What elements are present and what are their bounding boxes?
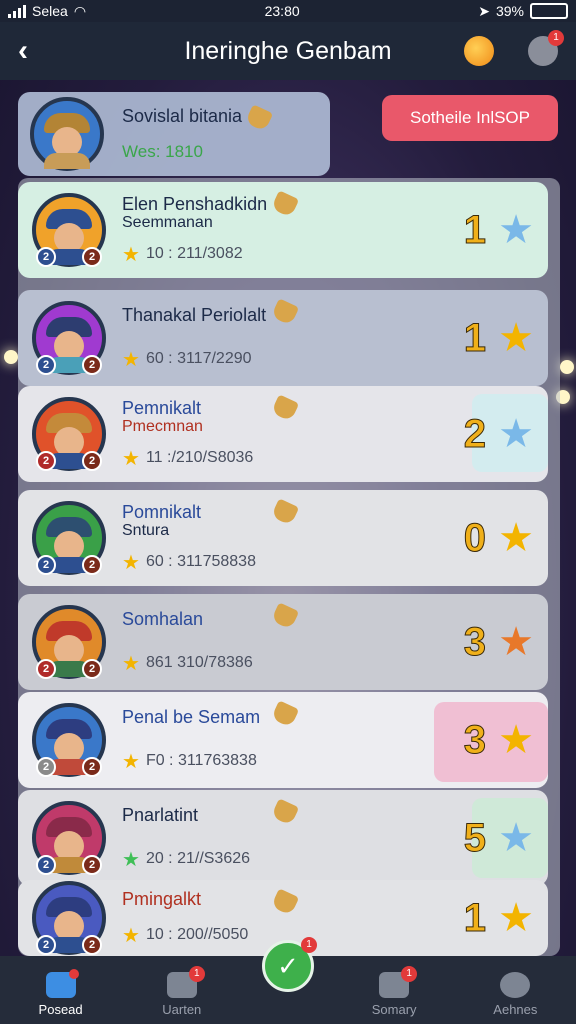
player-subname: Seemmanan — [122, 213, 213, 231]
star-icon[interactable]: ★ — [498, 717, 534, 763]
center-action-button[interactable]: ✓ 1 — [262, 937, 317, 992]
person-icon — [500, 971, 531, 998]
rank-number: 3 — [463, 619, 486, 664]
player-name: Pomnikalt — [122, 501, 202, 522]
battery-icon — [530, 3, 568, 19]
nav-label: Aehnes — [493, 1001, 538, 1017]
rank-number: 1 — [463, 895, 486, 940]
player-name: Penal be Semam — [122, 706, 261, 727]
player-stat: 10 : 211/3082 — [145, 245, 243, 262]
nav-label: Posead — [38, 1001, 83, 1017]
rank-number: 3 — [463, 717, 486, 762]
home-icon — [45, 968, 79, 998]
star-icon[interactable]: ★ — [498, 515, 534, 561]
star-icon: ★ — [122, 348, 140, 371]
avatar: 22 — [32, 703, 106, 777]
nav-summary[interactable]: 1 Somary — [344, 964, 444, 1017]
star-icon[interactable]: ★ — [498, 619, 534, 665]
star-icon[interactable]: ★ — [498, 411, 534, 457]
star-icon[interactable]: ★ — [498, 895, 534, 941]
rank-number: 0 — [463, 515, 486, 560]
list-item[interactable]: 22 Penal be Semam ★ F0 : 311763838 3 ★ — [18, 692, 548, 788]
player-stat: 861 310/78386 — [145, 654, 253, 671]
signal-icon — [8, 4, 26, 18]
shield-icon — [244, 103, 274, 132]
nav-profile[interactable]: Aehnes — [465, 964, 565, 1017]
back-icon[interactable]: ‹ — [18, 34, 28, 68]
nav-home[interactable]: Posead — [11, 964, 111, 1017]
shop-button[interactable]: Sotheile InlSOP — [382, 95, 558, 141]
player-name: Somhalan — [122, 608, 204, 629]
star-icon: ★ — [122, 243, 140, 266]
nav-label: Somary — [371, 1001, 417, 1017]
player-stat: 60 : 311758838 — [145, 553, 256, 570]
heart-icon[interactable]: 1 — [528, 30, 564, 66]
profile-name: Sovislal bitania — [122, 106, 243, 127]
star-icon[interactable]: ★ — [498, 207, 534, 253]
list-item[interactable]: 22 Pnarlatint ★ 20 : 21//S3626 5 ★ — [18, 790, 548, 886]
list-item[interactable]: 22 Thanakal Periolalt ★ 60 : 3117/2290 1 … — [18, 290, 548, 386]
avatar: 22 — [32, 605, 106, 679]
nav-events[interactable]: 1 Uarten — [132, 964, 232, 1017]
list-item[interactable]: 22 Elen Penshadkidn Seemmanan ★ 10 : 211/… — [18, 182, 548, 278]
avatar: 22 — [32, 881, 106, 955]
status-bar: Selea ◠ 23:80 ➤ 39% — [0, 0, 576, 22]
avatar: 22 — [32, 193, 106, 267]
player-stat: 20 : 21//S3626 — [145, 850, 251, 867]
star-icon: ★ — [122, 652, 140, 675]
profile-card[interactable]: Sovislal bitania Wes: 1810 — [18, 92, 330, 176]
avatar: 22 — [32, 397, 106, 471]
avatar: 22 — [32, 501, 106, 575]
list-item[interactable]: 22 Pemnikalt Pmecmnan ★ 11 :/210/S8036 2 … — [18, 386, 548, 482]
heart-icon: 1 — [379, 965, 418, 998]
battery-percent: 39% — [495, 3, 524, 19]
list-item[interactable]: 22 Pomnikalt Sntura ★ 60 : 311758838 0 ★ — [18, 490, 548, 586]
avatar: 22 — [32, 801, 106, 875]
player-stat: 10 : 200//5050 — [145, 926, 249, 943]
coin-icon[interactable] — [464, 36, 494, 66]
heart-badge: 1 — [548, 30, 564, 46]
star-icon: ★ — [122, 447, 140, 470]
nav-label: Uarten — [162, 1001, 202, 1017]
nav-badge: 1 — [188, 965, 205, 982]
check-icon: ✓ — [277, 950, 299, 981]
chat-icon: 1 — [166, 965, 205, 998]
profile-sub: Wes: 1810 — [122, 141, 203, 161]
rank-number: 1 — [463, 315, 486, 360]
avatar: 22 — [32, 301, 106, 375]
rank-number: 1 — [463, 207, 486, 252]
location-icon: ➤ — [478, 2, 490, 19]
player-name: Pnarlatint — [122, 804, 199, 825]
star-icon: ★ — [122, 750, 140, 773]
star-icon[interactable]: ★ — [498, 315, 534, 361]
player-name: Thanakal Periolalt — [122, 304, 267, 325]
player-stat: 60 : 3117/2290 — [145, 350, 252, 367]
player-name: Pmingalkt — [122, 888, 202, 909]
star-icon: ★ — [122, 848, 140, 871]
leaderboard-list: 22 Elen Penshadkidn Seemmanan ★ 10 : 211/… — [18, 178, 560, 956]
player-stat: 11 :/210/S8036 — [145, 449, 254, 466]
player-name: Elen Penshadkidn — [122, 193, 268, 214]
rank-number: 2 — [463, 411, 486, 456]
star-icon: ★ — [122, 551, 140, 574]
app-header: ‹ Ineringhe Genbam 1 — [0, 22, 576, 80]
rank-number: 5 — [463, 815, 486, 860]
player-stat: F0 : 311763838 — [145, 752, 257, 769]
clock: 23:80 — [264, 3, 300, 19]
player-subname: Pmecmnan — [122, 417, 203, 435]
carrier-label: Selea — [32, 3, 68, 19]
player-subname: Sntura — [122, 521, 170, 539]
wifi-icon: ◠ — [73, 2, 87, 19]
player-name: Pemnikalt — [122, 397, 202, 418]
avatar — [30, 97, 104, 171]
nav-badge: 1 — [401, 965, 418, 982]
star-icon: ★ — [122, 924, 140, 947]
star-icon[interactable]: ★ — [498, 815, 534, 861]
center-badge: 1 — [301, 937, 317, 953]
list-item[interactable]: 22 Somhalan ★ 861 310/78386 3 ★ — [18, 594, 548, 690]
page-title: Ineringhe Genbam — [184, 36, 392, 65]
